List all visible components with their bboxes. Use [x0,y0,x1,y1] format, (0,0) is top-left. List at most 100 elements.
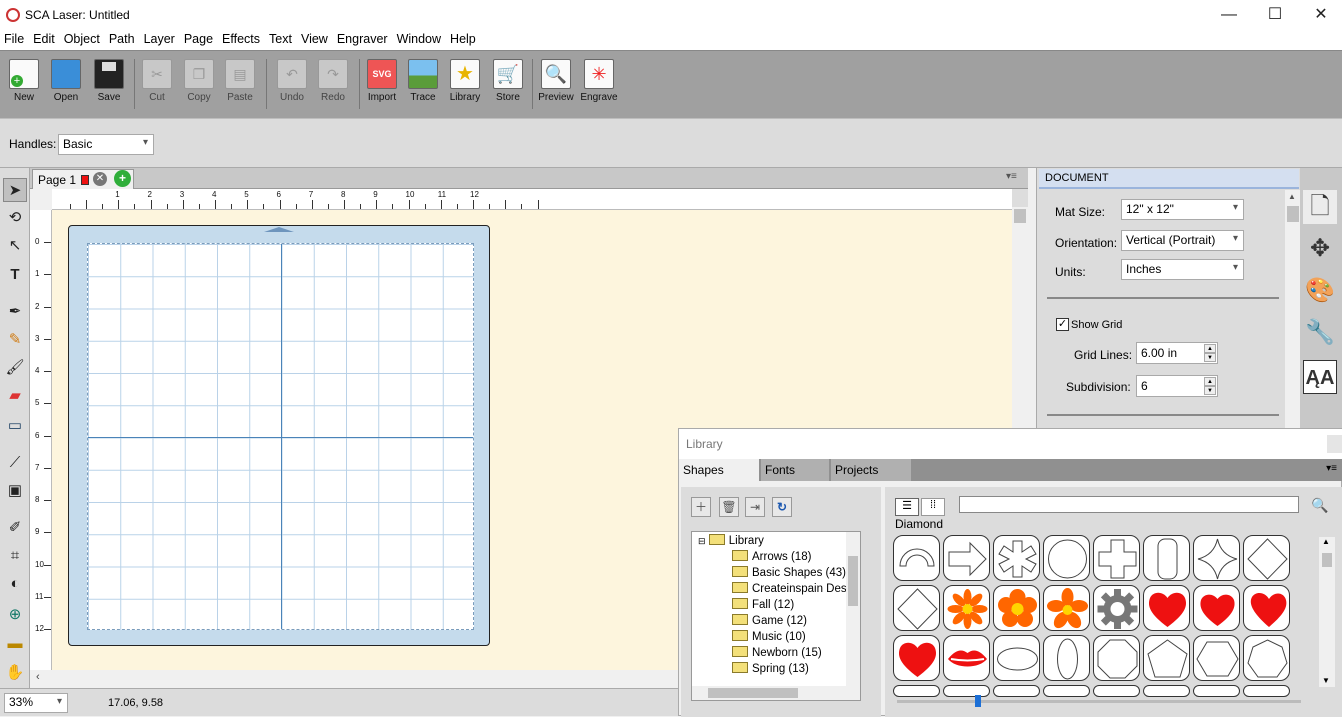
add-page-icon[interactable]: + [114,170,131,187]
close-page-icon[interactable]: ✕ [93,172,107,186]
scroll-up-icon[interactable]: ▲ [1288,192,1296,201]
shapes-scrollbar[interactable]: ▲ ▼ [1319,537,1335,687]
grid-view-icon[interactable]: ⁞⁞ [921,498,945,516]
move-arrows-icon[interactable]: ✥ [1303,232,1337,266]
paste-button[interactable]: ▤ Paste [219,57,261,103]
font-size-icon[interactable]: ĄA [1303,360,1337,394]
scroll-thumb[interactable] [1014,209,1026,223]
redo-button[interactable]: ↷ Redo [312,57,354,103]
save-button[interactable]: Save [88,57,130,103]
new-folder-icon[interactable]: ＋ [691,497,711,517]
scroll-thumb[interactable] [708,688,798,698]
pencil-tool[interactable]: ✎ [3,328,27,352]
import-button[interactable]: SVG Import [361,57,403,103]
menu-window[interactable]: Window [393,30,446,46]
page-color-swatch[interactable] [81,175,90,185]
subdivision-input[interactable]: 6 ▲ ▼ [1136,375,1218,397]
spin-down-icon[interactable]: ▼ [1204,386,1216,395]
menu-text[interactable]: Text [265,30,297,46]
tree-item[interactable]: Newborn (15) [732,646,822,662]
engrave-button[interactable]: ✳ Engrave [578,57,620,103]
menu-effects[interactable]: Effects [218,30,265,46]
scroll-thumb[interactable] [848,556,858,606]
tree-item[interactable]: Spring (13) [732,662,809,678]
mat-size-select[interactable]: 12" x 12" ▾ [1121,199,1244,220]
shape-partial[interactable] [1093,685,1140,697]
shape-flower[interactable] [943,585,990,631]
shape-flower[interactable] [1043,585,1090,631]
zoom-tool[interactable]: ⊕ [3,603,27,627]
shape-cylinder[interactable] [1143,535,1190,581]
menu-help[interactable]: Help [446,30,481,46]
contour-tool[interactable]: ◐ [3,572,27,596]
bezier-tool[interactable]: ⌗ [3,544,27,568]
shape-partial[interactable] [1193,685,1240,697]
new-button[interactable]: + New [3,57,45,103]
tab-menu-icon[interactable]: ▾≡ [1006,171,1017,182]
shape-partial[interactable] [943,685,990,697]
menu-object[interactable]: Object [60,30,105,46]
scroll-left-icon[interactable]: ‹ [36,671,40,683]
shape-octagon[interactable] [1093,635,1140,681]
menu-edit[interactable]: Edit [29,30,60,46]
spin-down-icon[interactable]: ▼ [1204,353,1216,362]
store-button[interactable]: 🛒 Store [487,57,529,103]
document-panel-scrollbar[interactable]: ▲ [1285,190,1301,430]
menu-page[interactable]: Page [180,30,218,46]
tree-vscrollbar[interactable] [846,532,860,686]
minimize-button[interactable]: — [1206,0,1252,30]
shape-gear[interactable] [1093,585,1140,631]
tree-hscrollbar[interactable] [692,686,860,700]
trace-button[interactable]: Trace [402,57,444,103]
library-close-button[interactable] [1327,435,1342,453]
tab-shapes[interactable]: Shapes [679,459,759,481]
import-file-icon[interactable]: ⇥ [745,497,765,517]
library-search-input[interactable] [959,496,1299,513]
menu-layer[interactable]: Layer [140,30,180,46]
shape-star4[interactable] [1193,535,1240,581]
shape-heart[interactable] [893,635,940,681]
trash-icon[interactable]: 🗑 [719,497,739,517]
grid-lines-input[interactable]: 6.00 in ▲ ▼ [1136,342,1218,364]
lasso-tool[interactable]: ⟲ [3,206,27,230]
tree-item[interactable]: Fall (12) [732,598,794,614]
tab-projects[interactable]: Projects [831,459,911,481]
shape-arch[interactable] [893,535,940,581]
tree-item[interactable]: Arrows (18) [732,550,811,566]
show-grid-checkbox[interactable]: ✓ [1056,318,1069,331]
shape-heart[interactable] [1193,585,1240,631]
shape-partial[interactable] [893,685,940,697]
shape-hexagon[interactable] [1193,635,1240,681]
wrench-icon[interactable]: 🔧 [1303,316,1337,350]
rectangle-tool[interactable]: ▭ [3,414,27,438]
menu-path[interactable]: Path [105,30,140,46]
shape-heart[interactable] [1143,585,1190,631]
undo-button[interactable]: ↶ Undo [271,57,313,103]
shape-diamond[interactable] [893,585,940,631]
maximize-button[interactable]: ☐ [1252,0,1298,30]
gradient-tool[interactable]: ▣ [3,479,27,503]
tree-item[interactable]: Music (10) [732,630,806,646]
shape-partial[interactable] [1243,685,1290,697]
select-arrow-tool[interactable]: ➤ [3,178,27,202]
menu-engraver[interactable]: Engraver [333,30,393,46]
eyedropper-tool[interactable]: ⟋ [3,451,27,475]
units-select[interactable]: Inches ▾ [1121,259,1244,280]
spin-up-icon[interactable]: ▲ [1204,344,1216,353]
cut-button[interactable]: ✂ Cut [136,57,178,103]
tree-item[interactable]: Createinspain Desi [732,582,849,598]
hand-pan-tool[interactable]: ✋ [3,661,27,685]
shape-flower[interactable] [993,585,1040,631]
scroll-down-icon[interactable]: ▼ [1322,676,1330,685]
node-select-tool[interactable]: ↖ [3,234,27,258]
list-view-icon[interactable]: ☰ [895,498,919,516]
shape-partial[interactable] [1143,685,1190,697]
shape-heart[interactable] [1243,585,1290,631]
shape-partial[interactable] [1043,685,1090,697]
handles-select[interactable]: Basic ▾ [58,134,154,155]
scroll-thumb[interactable] [1012,189,1028,207]
library-button[interactable]: ★ Library [444,57,486,103]
scroll-thumb[interactable] [1322,553,1332,567]
shape-arrow[interactable] [943,535,990,581]
shape-heptagon[interactable] [1243,635,1290,681]
